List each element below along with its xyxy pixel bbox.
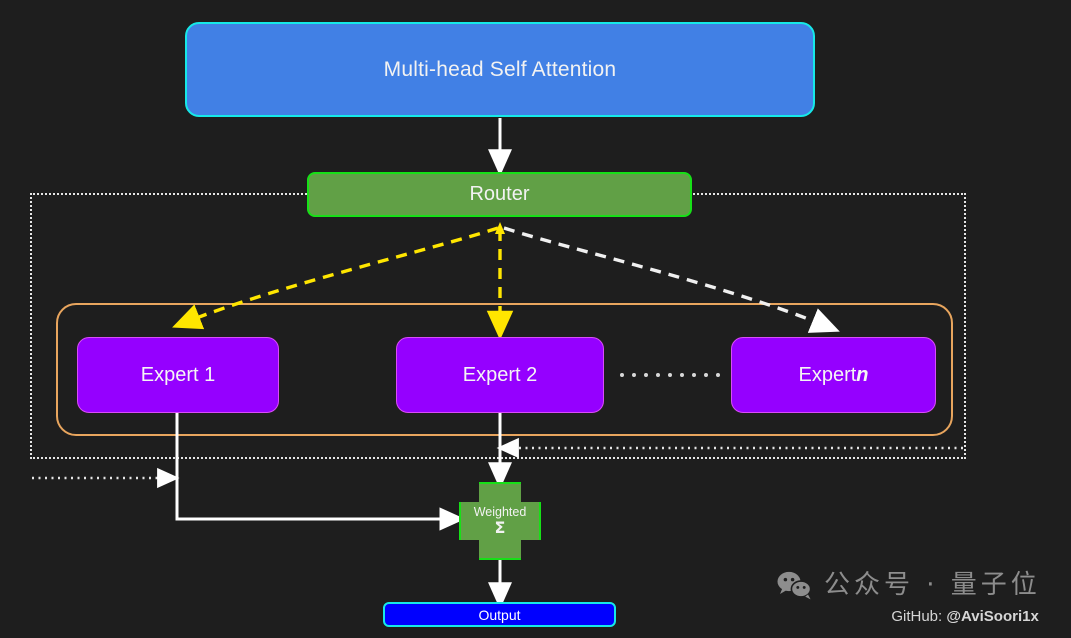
ellipsis-dot <box>656 373 660 377</box>
ellipsis-dot <box>632 373 636 377</box>
ellipsis-dot <box>668 373 672 377</box>
router-label: Router <box>469 183 530 205</box>
ellipsis-dot <box>680 373 684 377</box>
router-block: Router <box>307 172 692 217</box>
sigma-symbol: Σ <box>494 517 506 537</box>
output-label: Output <box>478 606 521 623</box>
expert-block-n: Expert n <box>731 337 936 413</box>
multi-head-self-attention-label: Multi-head Self Attention <box>383 57 617 81</box>
multi-head-self-attention-block: Multi-head Self Attention <box>185 22 815 117</box>
watermark-github-handle: @AviSoori1x <box>946 608 1039 625</box>
watermark-row: 公众号 · 量子位 <box>775 570 1041 600</box>
ellipsis-dot <box>620 373 624 377</box>
weighted-sum-block: Weighted Σ <box>459 482 541 560</box>
ellipsis-dot <box>716 373 720 377</box>
ellipsis-dot <box>704 373 708 377</box>
watermark-github-prefix: GitHub: <box>891 608 947 625</box>
weighted-sum-label: Weighted <box>473 504 527 519</box>
expert-ellipsis <box>620 370 720 380</box>
expert-2-label: Expert 2 <box>462 363 538 386</box>
output-block: Output <box>383 602 616 627</box>
expert-n-label-index: n <box>856 363 869 386</box>
wechat-icon <box>777 571 812 600</box>
ellipsis-dot <box>644 373 648 377</box>
watermark: 公众号 · 量子位 GitHub: @AviSoori1x <box>775 570 1041 624</box>
weighted-sum-label-group: Weighted Σ <box>459 482 541 560</box>
expert-block-1: Expert 1 <box>77 337 279 413</box>
expert-n-label-prefix: Expert <box>798 363 857 386</box>
expert-block-2: Expert 2 <box>396 337 604 413</box>
expert-1-label: Expert 1 <box>140 363 216 386</box>
diagram-canvas: Multi-head Self Attention Router Expert … <box>0 0 1071 638</box>
ellipsis-dot <box>692 373 696 377</box>
watermark-github: GitHub: @AviSoori1x <box>891 609 1038 624</box>
watermark-chinese-text: 公众号 · 量子位 <box>824 570 1041 600</box>
